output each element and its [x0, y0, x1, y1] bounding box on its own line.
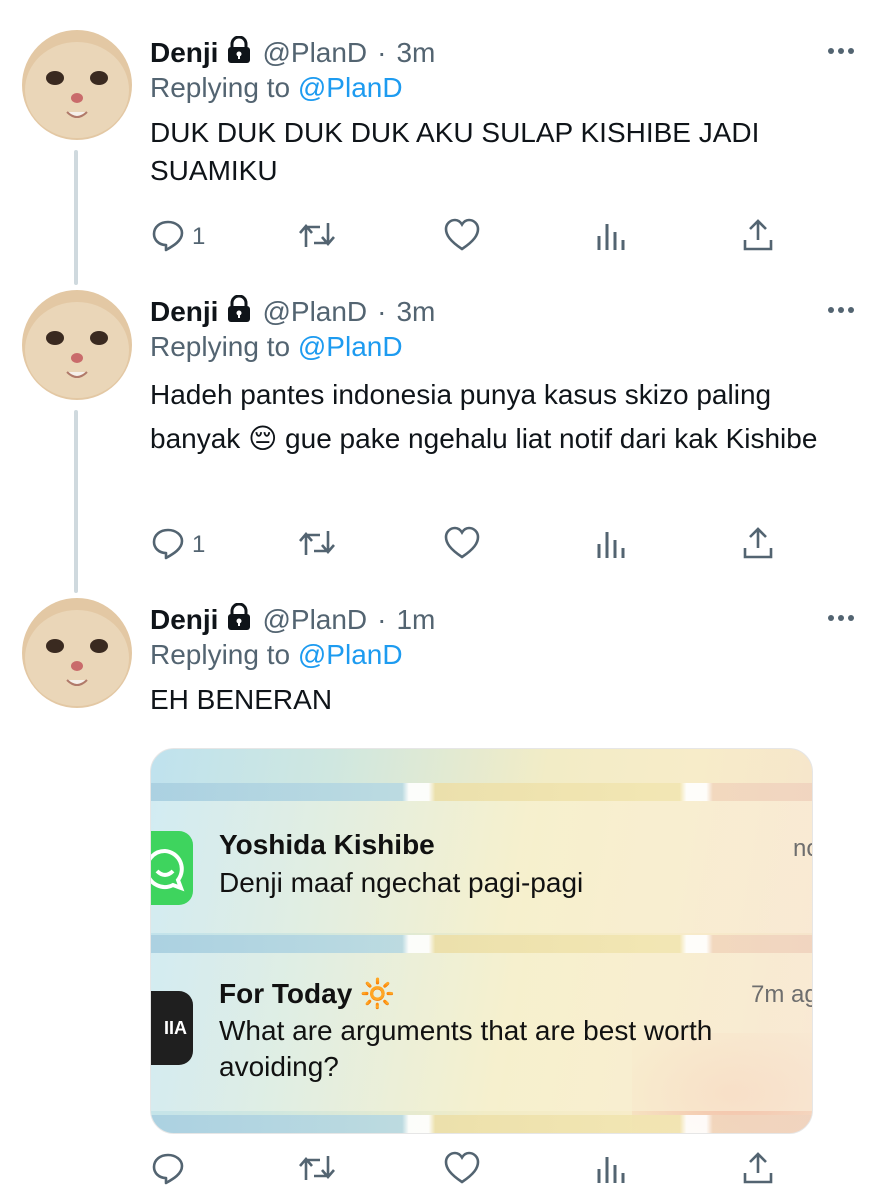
more-icon[interactable] [827, 609, 855, 627]
analytics-button[interactable] [596, 217, 626, 257]
notification-card: IIA For Today 🔆 What are arguments that … [151, 953, 812, 1111]
notification-body: What are arguments that are best worth a… [219, 1015, 713, 1082]
share-icon [742, 218, 774, 257]
author-handle[interactable]: @PlanD [262, 37, 367, 69]
analytics-icon [596, 218, 626, 257]
share-button[interactable] [742, 217, 774, 257]
separator-dot: · [377, 296, 387, 327]
tweet[interactable]: Denji @PlanD · 3m Replying to @PlanD DUK… [0, 0, 885, 280]
notification-title: Yoshida Kishibe [219, 829, 435, 860]
analytics-button[interactable] [596, 525, 626, 565]
share-button[interactable] [742, 1150, 774, 1190]
separator-dot: · [377, 37, 387, 68]
more-icon[interactable] [827, 301, 855, 319]
retweet-button[interactable] [298, 525, 336, 565]
media-attachment[interactable]: Yoshida Kishibe Denji maaf ngechat pagi-… [150, 748, 813, 1134]
share-icon [742, 1151, 774, 1190]
replying-to: Replying to @PlanD [150, 70, 855, 106]
lock-icon [226, 294, 252, 330]
reply-count: 1 [192, 531, 206, 558]
notification-body: Denji maaf ngechat pagi-pagi [219, 867, 584, 898]
notification-card: Yoshida Kishibe Denji maaf ngechat pagi-… [151, 801, 812, 933]
tweet-text: DUK DUK DUK DUK AKU SULAP KISHIBE JADI S… [150, 117, 760, 186]
notification-title-text: For Today [219, 978, 353, 1009]
tweet-text: EH BENERAN [150, 684, 333, 715]
separator-dot: · [377, 604, 387, 635]
share-icon [742, 526, 774, 565]
replying-label: Replying to [150, 72, 298, 103]
retweet-icon [298, 525, 336, 566]
replying-label: Replying to [150, 639, 298, 670]
retweet-icon [298, 1150, 336, 1191]
analytics-icon [596, 1151, 626, 1190]
tweet-actions [150, 1150, 790, 1190]
lock-icon [226, 35, 252, 71]
reply-button[interactable] [150, 1150, 192, 1190]
like-button[interactable] [444, 217, 480, 257]
tweet-text-part: gue pake ngehalu liat notif dari kak Kis… [277, 423, 818, 454]
tweet-text: Hadeh pantes indonesia punya kasus skizo… [150, 373, 855, 461]
reply-icon [150, 217, 186, 258]
mention-link[interactable]: @PlanD [298, 331, 403, 362]
author-handle[interactable]: @PlanD [262, 604, 367, 636]
like-icon [444, 526, 480, 565]
replying-to: Replying to @PlanD [150, 637, 855, 673]
timestamp[interactable]: 3m [396, 296, 435, 328]
sun-icon: 🔆 [360, 978, 395, 1009]
timestamp[interactable]: 3m [396, 37, 435, 69]
replying-label: Replying to [150, 331, 298, 362]
notification-divider [151, 935, 812, 953]
notification-title: For Today 🔆 [219, 977, 395, 1010]
reply-icon [150, 1150, 186, 1191]
reply-button[interactable]: 1 [150, 525, 205, 565]
analytics-icon [596, 526, 626, 565]
analytics-button[interactable] [596, 1150, 626, 1190]
reply-button[interactable]: 1 [150, 217, 205, 257]
notification-time: 7m ag [751, 981, 813, 1008]
author-name[interactable]: Denji [150, 296, 218, 328]
lock-icon [226, 602, 252, 638]
app-icon: IIA [151, 991, 193, 1065]
notification-divider [151, 783, 812, 801]
retweet-button[interactable] [298, 1150, 336, 1190]
author-name[interactable]: Denji [150, 37, 218, 69]
like-button[interactable] [444, 1150, 480, 1190]
replying-to: Replying to @PlanD [150, 329, 855, 365]
avatar[interactable] [22, 598, 132, 708]
avatar[interactable] [22, 290, 132, 400]
tweet-actions: 1 [150, 525, 790, 565]
mention-link[interactable]: @PlanD [298, 639, 403, 670]
whatsapp-icon [151, 831, 193, 905]
reply-count: 1 [192, 223, 206, 250]
tweet-actions: 1 [150, 217, 790, 257]
like-icon [444, 218, 480, 257]
like-button[interactable] [444, 525, 480, 565]
app-icon-text: IIA [163, 1017, 187, 1038]
like-icon [444, 1151, 480, 1190]
share-button[interactable] [742, 525, 774, 565]
retweet-button[interactable] [298, 217, 336, 257]
notification-time: no [793, 835, 812, 862]
author-handle[interactable]: @PlanD [262, 296, 367, 328]
retweet-icon [298, 217, 336, 258]
avatar[interactable] [22, 30, 132, 140]
timestamp[interactable]: 1m [396, 604, 435, 636]
more-icon[interactable] [827, 42, 855, 60]
mention-link[interactable]: @PlanD [298, 72, 403, 103]
tweet[interactable]: Denji @PlanD · 3m Replying to @PlanD Had… [0, 280, 885, 590]
notification-divider [151, 1115, 812, 1133]
pensive-emoji: 😔 [248, 423, 278, 454]
author-name[interactable]: Denji [150, 604, 218, 636]
reply-icon [150, 525, 186, 566]
